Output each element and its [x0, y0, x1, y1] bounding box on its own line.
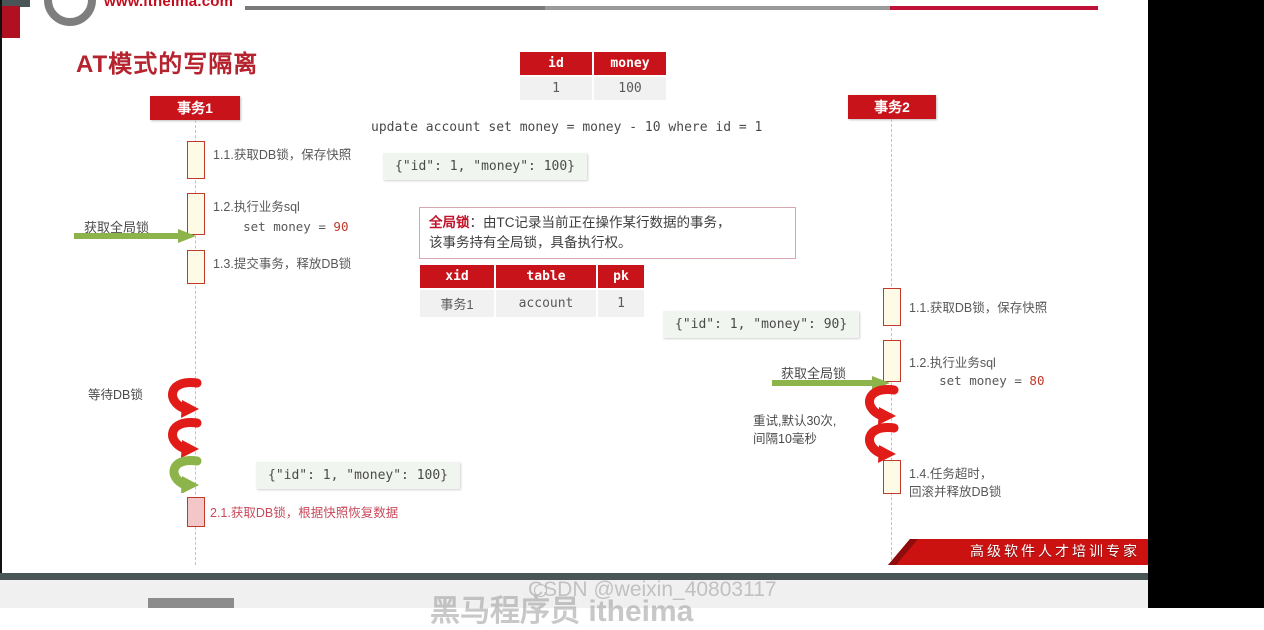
global-lock-note-line1: ：由TC记录当前正在操作某行数据的事务， — [469, 215, 731, 230]
right-black-panel — [1148, 0, 1264, 608]
table-header-row: xid table pk — [420, 265, 644, 288]
page-title: AT模式的写隔离 — [76, 51, 259, 78]
spiral-retry-tx2-icon — [865, 385, 899, 463]
arrow-tx1-global-lock-icon — [74, 229, 196, 243]
step-sub-tx1-1-2: set money = 90 — [213, 219, 348, 235]
global-lock-note: 全局锁：由TC记录当前正在操作某行数据的事务， 该事务持有全局锁，具备执行权。 — [419, 207, 796, 259]
lock-table: xid table pk 事务1 account 1 — [418, 263, 646, 319]
activation-tx1-step-1-1 — [187, 141, 205, 179]
table-row: 1 100 — [520, 77, 666, 100]
slide-left-edge — [0, 0, 2, 573]
json-box-tx2-snapshot: {"id": 1, "money": 90} — [663, 311, 860, 338]
label-tx2-retry-line1: 重试,默认30次, — [753, 414, 837, 428]
label-tx1-wait-db-lock: 等待DB锁 — [88, 388, 143, 402]
step-label-tx2-1-2: 1.2.执行业务sql — [909, 356, 996, 370]
actor-tx2: 事务2 — [848, 95, 936, 119]
step-label-tx1-1-3: 1.3.提交事务，释放DB锁 — [213, 257, 352, 271]
header-divider-gray-light — [545, 6, 890, 10]
account-col-id: id — [520, 52, 592, 75]
actor-tx1: 事务1 — [150, 96, 240, 120]
header-divider-red — [890, 6, 1098, 10]
sql-statement: update account set money = money - 10 wh… — [371, 120, 763, 135]
table-header-row: id money — [520, 52, 666, 75]
json-box-tx1-restore: {"id": 1, "money": 100} — [256, 462, 461, 489]
step-label-tx1-1-2: 1.2.执行业务sql — [213, 200, 300, 214]
spiral-retry-tx1-icon — [168, 378, 202, 493]
lock-cell-table: account — [496, 290, 596, 317]
account-table: id money 1 100 — [518, 50, 668, 102]
taskbar-item[interactable] — [148, 598, 234, 608]
json-box-tx1-snapshot: {"id": 1, "money": 100} — [383, 153, 588, 180]
step-label-tx1-1-1: 1.1.获取DB锁，保存快照 — [213, 148, 352, 162]
lock-col-table: table — [496, 265, 596, 288]
account-cell-money: 100 — [594, 77, 666, 100]
step-sub-text-tx1-1-2: set money = — [213, 219, 334, 234]
step-sub-value-tx1-1-2: 90 — [333, 219, 349, 234]
lock-col-pk: pk — [598, 265, 644, 288]
step-label-tx1-2-1: 2.1.获取DB锁，根据快照恢复数据 — [210, 506, 399, 520]
step-sub-tx2-1-2: set money = 80 — [909, 373, 1044, 389]
step-label-tx2-1-4: 1.4.任务超时， — [909, 467, 993, 481]
footer-ribbon-text: 高级软件人才培训专家 — [970, 544, 1140, 560]
watermark-text: CSDN @weixin_40803117 — [528, 578, 777, 601]
header-red-block — [0, 6, 20, 38]
step-sub-value-tx2-1-2: 80 — [1029, 373, 1045, 388]
lock-col-xid: xid — [420, 265, 494, 288]
lock-cell-pk: 1 — [598, 290, 644, 317]
activation-tx2-step-1-1 — [883, 288, 901, 326]
step-label-tx2-1-1: 1.1.获取DB锁，保存快照 — [909, 301, 1048, 315]
table-row: 事务1 account 1 — [420, 290, 644, 317]
global-lock-note-term: 全局锁 — [429, 215, 470, 230]
lock-cell-xid: 事务1 — [420, 290, 494, 317]
activation-tx2-step-1-4 — [883, 460, 901, 494]
account-col-money: money — [594, 52, 666, 75]
activation-tx1-step-1-3 — [187, 250, 205, 284]
global-lock-note-line2: 该事务持有全局锁，具备执行权。 — [429, 235, 632, 250]
step-sub-text-tx2-1-2: set money = — [909, 373, 1030, 388]
account-cell-id: 1 — [520, 77, 592, 100]
label-tx2-retry-line2: 间隔10毫秒 — [753, 432, 817, 446]
slide-canvas: www.itheima.com AT模式的写隔离 id money 1 100 … — [0, 0, 1148, 573]
itheima-ring-logo-icon — [44, 0, 96, 26]
activation-tx1-step-2-1 — [187, 497, 205, 527]
header-site-url: www.itheima.com — [104, 0, 234, 10]
step-sub-tx2-1-4: 回滚并释放DB锁 — [909, 485, 1002, 499]
